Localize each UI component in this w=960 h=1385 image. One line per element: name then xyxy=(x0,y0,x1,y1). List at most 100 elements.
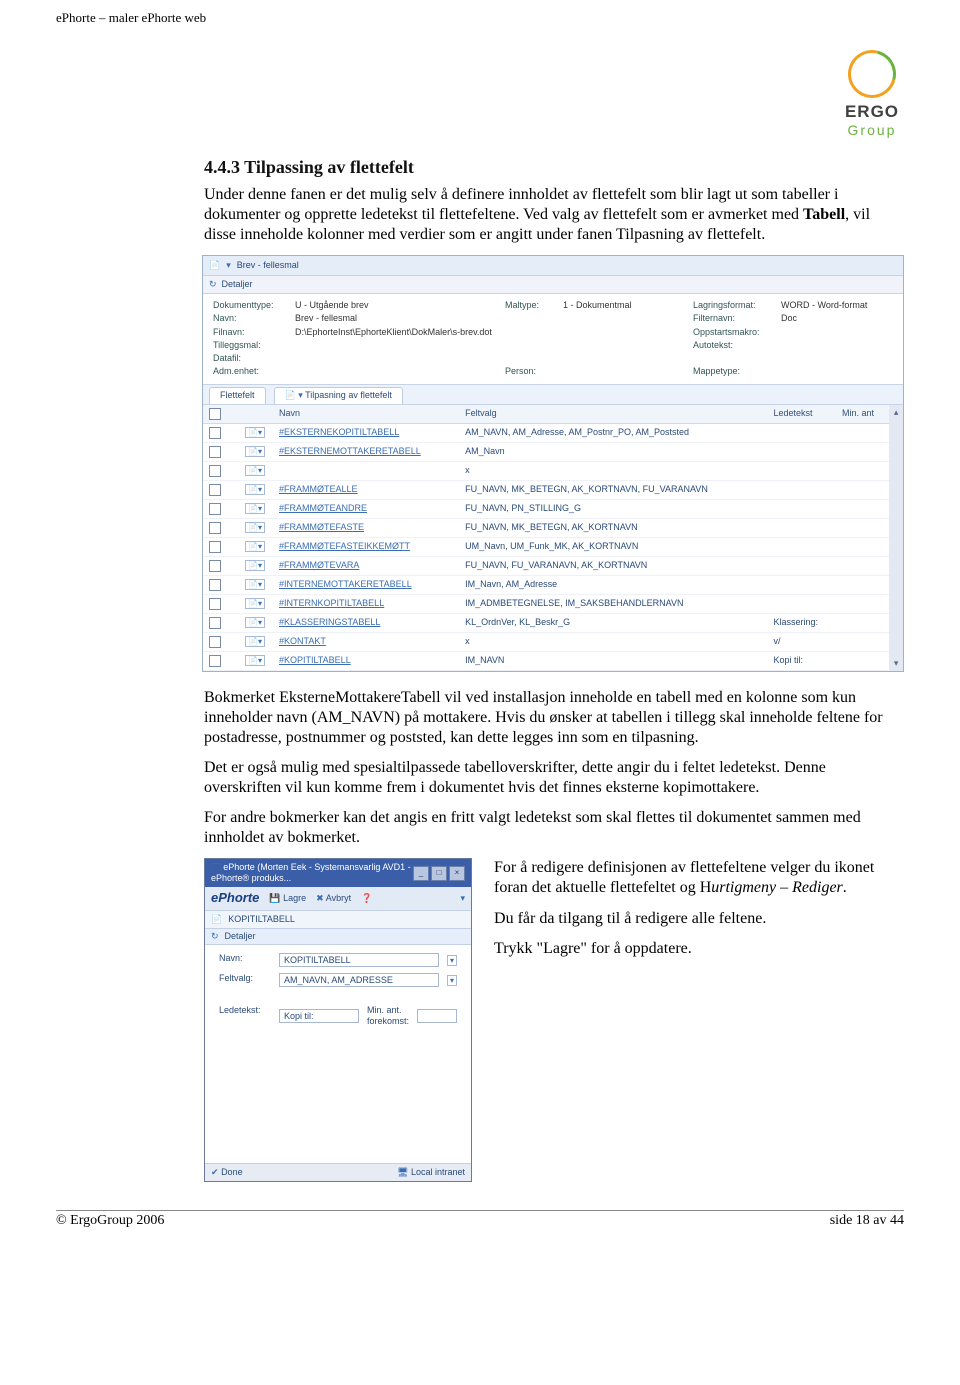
tab-flettefelt[interactable]: Flettefelt xyxy=(209,387,266,404)
lbl-person: Person: xyxy=(505,366,563,377)
navn-input[interactable]: KOPITILTABELL xyxy=(279,953,439,967)
col-navn[interactable]: Navn xyxy=(273,405,459,424)
row-checkbox[interactable] xyxy=(209,484,221,496)
row-menu-icon[interactable]: 📄▾ xyxy=(245,503,265,514)
val-mappetype xyxy=(781,366,893,377)
minant-input[interactable] xyxy=(417,1009,457,1023)
save-icon: 💾 xyxy=(269,893,280,904)
col-feltvalg[interactable]: Feltvalg xyxy=(459,405,767,424)
row-menu-icon[interactable]: 📄▾ xyxy=(245,598,265,609)
scroll-up-icon[interactable]: ▴ xyxy=(894,407,899,418)
row-checkbox[interactable] xyxy=(209,579,221,591)
screenshot-edit-dialog: 🗔 ePhorte (Morten Eek - Systemansvarlig … xyxy=(204,858,472,1183)
row-menu-icon[interactable]: 📄▾ xyxy=(245,465,265,476)
row-checkbox[interactable] xyxy=(209,503,221,515)
row-name[interactable]: #EKSTERNEKOPITILTABELL xyxy=(279,427,399,437)
row-name[interactable]: #FRAMMØTEVARA xyxy=(279,560,359,570)
row-menu-icon[interactable]: 📄▾ xyxy=(245,541,265,552)
close-icon[interactable]: × xyxy=(449,866,465,881)
chevron-down-icon[interactable]: ▾ xyxy=(226,260,231,271)
ss2-detaljer-bar[interactable]: ↻ Detaljer xyxy=(205,929,471,945)
row-menu-icon[interactable]: 📄▾ xyxy=(245,560,265,571)
row-name[interactable]: #KLASSERINGSTABELL xyxy=(279,617,380,627)
row-name[interactable]: #KONTAKT xyxy=(279,636,326,646)
row-menu-icon[interactable]: 📄▾ xyxy=(245,636,265,647)
row-checkbox[interactable] xyxy=(209,617,221,629)
checkbox-all[interactable] xyxy=(209,408,221,420)
row-menu-icon[interactable]: 📄▾ xyxy=(245,579,265,590)
row-checkbox[interactable] xyxy=(209,427,221,439)
table-row[interactable]: 📄▾#FRAMMØTEFASTEFU_NAVN, MK_BETEGN, AK_K… xyxy=(203,518,889,537)
col-minant[interactable]: Min. ant xyxy=(836,405,889,424)
ss1-titlebar: 📄 ▾ Brev - fellesmal xyxy=(203,256,903,276)
table-row[interactable]: 📄▾#KOPITILTABELLIM_NAVNKopi til: xyxy=(203,651,889,670)
row-checkbox[interactable] xyxy=(209,655,221,667)
row-name[interactable]: #FRAMMØTEANDRE xyxy=(279,503,367,513)
feltvalg-input[interactable]: AM_NAVN, AM_ADRESSE xyxy=(279,973,439,987)
dropdown-icon[interactable]: ▾ xyxy=(447,955,457,966)
row-menu-icon[interactable]: 📄▾ xyxy=(245,522,265,533)
chevron-down-icon: ▾ xyxy=(298,390,303,401)
ledetekst-input[interactable]: Kopi til: xyxy=(279,1009,359,1023)
row-name[interactable]: #FRAMMØTEALLE xyxy=(279,484,358,494)
table-row[interactable]: 📄▾#INTERNKOPITILTABELLIM_ADMBETEGNELSE, … xyxy=(203,594,889,613)
row-name[interactable]: #KOPITILTABELL xyxy=(279,655,351,665)
row-checkbox[interactable] xyxy=(209,446,221,458)
row-menu-icon[interactable]: 📄▾ xyxy=(245,446,265,457)
row-menu-icon[interactable]: 📄▾ xyxy=(245,427,265,438)
table-row[interactable]: 📄▾ #INTERNEMOTTAKERETABELL IM_Navn, AM_Adr… xyxy=(203,575,889,594)
row-checkbox[interactable] xyxy=(209,598,221,610)
row-minant xyxy=(836,423,889,442)
scroll-down-icon[interactable]: ▾ xyxy=(894,658,899,669)
row-name[interactable]: #FRAMMØTEFASTE xyxy=(279,522,364,532)
table-row[interactable]: 📄▾#FRAMMØTEVARAFU_NAVN, FU_VARANAVN, AK_… xyxy=(203,556,889,575)
tab-tilpasning[interactable]: 📄 ▾ Tilpasning av flettefelt xyxy=(274,387,403,404)
lbl-doktype: Dokumenttype: xyxy=(213,300,295,311)
table-row[interactable]: 📄▾ #EKSTERNEKOPITILTABELL AM_NAVN, AM_Adre… xyxy=(203,423,889,442)
avbryt-button[interactable]: ✖ Avbryt xyxy=(316,893,351,904)
paragraph-2: Bokmerket EksterneMottakereTabell vil ve… xyxy=(204,688,884,748)
dropdown-icon[interactable]: ▾ xyxy=(447,975,457,986)
val-admenhet xyxy=(295,366,505,377)
row-ledetekst xyxy=(768,461,836,480)
table-row[interactable]: 📄▾x xyxy=(203,461,889,480)
row-minant xyxy=(836,537,889,556)
row-name[interactable]: #EKSTERNEMOTTAKERETABELL xyxy=(279,446,421,456)
maximize-icon[interactable]: □ xyxy=(431,866,447,881)
chevron-down-icon[interactable]: ▾ xyxy=(460,893,465,904)
row-feltvalg: IM_Navn, AM_Adresse xyxy=(459,575,767,594)
row-ledetekst: Klassering: xyxy=(768,613,836,632)
row-checkbox[interactable] xyxy=(209,522,221,534)
help-icon[interactable]: ❓ xyxy=(361,893,372,904)
val-doktype: U - Utgående brev xyxy=(295,300,505,311)
row-ledetekst xyxy=(768,594,836,613)
refresh-icon: ↻ xyxy=(211,931,219,942)
table-row[interactable]: 📄▾#FRAMMØTEFASTEIKKEMØTTUM_Navn, UM_Funk… xyxy=(203,537,889,556)
scrollbar[interactable]: ▴ ▾ xyxy=(889,405,903,671)
ergo-logo-sub: Group xyxy=(840,122,904,138)
val-filternavn: Doc xyxy=(781,313,893,324)
table-row[interactable]: 📄▾#KONTAKTxv/ xyxy=(203,632,889,651)
table-row[interactable]: 📄▾#FRAMMØTEALLEFU_NAVN, MK_BETEGN, AK_KO… xyxy=(203,480,889,499)
row-checkbox[interactable] xyxy=(209,541,221,553)
row-name[interactable]: #FRAMMØTEFASTEIKKEMØTT xyxy=(279,541,410,551)
table-row[interactable]: 📄▾#KLASSERINGSTABELLKL_OrdnVer, KL_Beskr… xyxy=(203,613,889,632)
row-menu-icon[interactable]: 📄▾ xyxy=(245,484,265,495)
row-checkbox[interactable] xyxy=(209,560,221,572)
col-ledetekst[interactable]: Ledetekst xyxy=(768,405,836,424)
row-menu-icon[interactable]: 📄▾ xyxy=(245,617,265,628)
right-text-block: For å redigere definisjonen av flettefel… xyxy=(494,858,884,970)
row-name[interactable]: #INTERNKOPITILTABELL xyxy=(279,598,384,608)
table-row[interactable]: 📄▾#FRAMMØTEANDREFU_NAVN, PN_STILLING_G xyxy=(203,499,889,518)
lbl-autotekst: Autotekst: xyxy=(693,340,781,351)
row-checkbox[interactable] xyxy=(209,465,221,477)
row-checkbox[interactable] xyxy=(209,636,221,648)
minimize-icon[interactable]: _ xyxy=(413,866,429,881)
ss2-toolbar: ePhorte 💾 Lagre ✖ Avbryt ❓ ▾ xyxy=(205,887,471,910)
ss1-detaljer-bar[interactable]: ↻ Detaljer xyxy=(203,276,903,294)
row-name[interactable]: #INTERNEMOTTAKERETABELL xyxy=(279,579,412,589)
row-feltvalg: AM_NAVN, AM_Adresse, AM_Postnr_PO, AM_Po… xyxy=(459,423,767,442)
row-menu-icon[interactable]: 📄▾ xyxy=(245,655,265,666)
lagre-button[interactable]: 💾 Lagre xyxy=(269,893,306,904)
table-row[interactable]: 📄▾#EKSTERNEMOTTAKERETABELLAM_Navn xyxy=(203,442,889,461)
